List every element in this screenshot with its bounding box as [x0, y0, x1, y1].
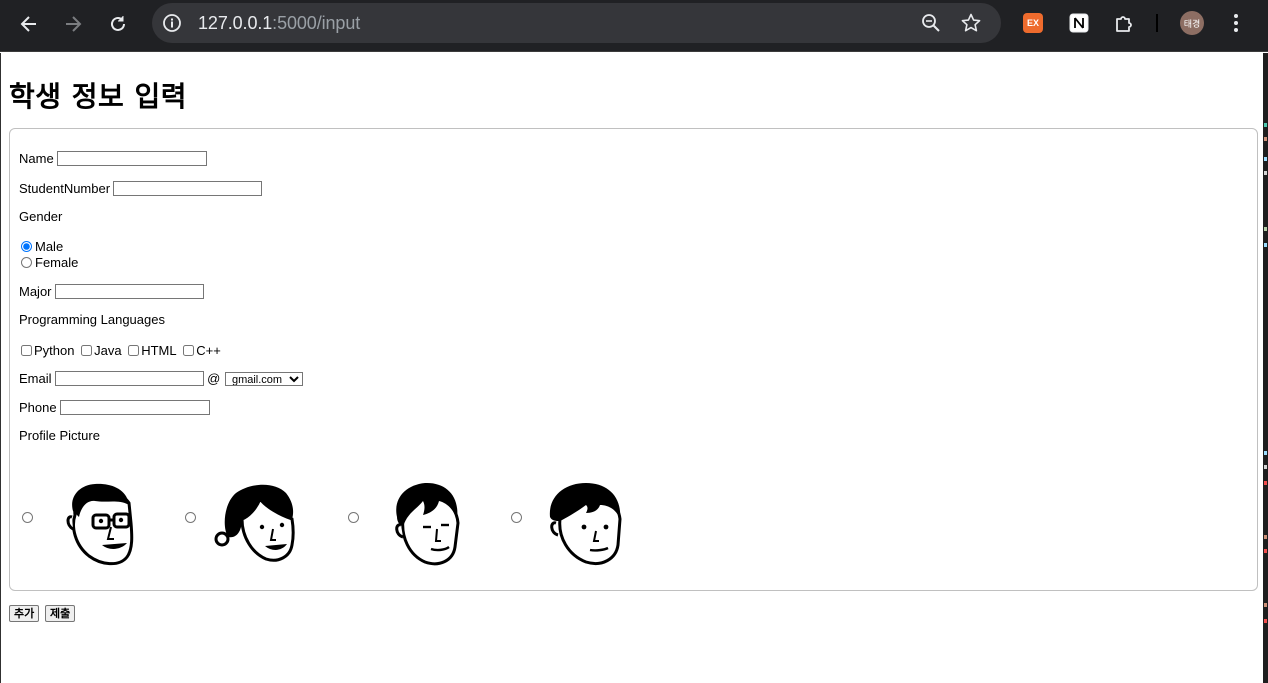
submit-button[interactable]: 제출 — [45, 605, 76, 622]
major-input[interactable] — [54, 284, 204, 300]
cpp-label: C++ — [196, 343, 221, 359]
profile-avatar[interactable]: 태경 — [1180, 11, 1204, 35]
url-path: :5000/input — [272, 13, 361, 33]
url-host: 127.0.0.1 — [198, 13, 273, 33]
profile-picture-radio-3[interactable] — [348, 512, 359, 523]
url-text[interactable]: 127.0.0.1:5000/input — [198, 13, 360, 33]
profile-picture-4[interactable] — [528, 457, 653, 582]
back-icon[interactable] — [13, 8, 45, 40]
profile-picture-label: Profile Picture — [19, 428, 100, 443]
cpp-checkbox[interactable] — [183, 345, 195, 357]
html-label: HTML — [141, 343, 177, 359]
student-number-label: StudentNumber — [19, 181, 111, 197]
address-bar[interactable]: 127.0.0.1:5000/input — [152, 3, 1001, 43]
notion-extension-icon[interactable] — [1068, 12, 1090, 34]
browser-toolbar: 127.0.0.1:5000/input EX 태경 — [0, 0, 1268, 52]
reload-icon[interactable] — [102, 8, 134, 40]
gender-label: Gender — [19, 209, 63, 224]
add-button[interactable]: 추가 — [9, 605, 40, 622]
profile-picture-3[interactable] — [365, 457, 490, 582]
html-checkbox[interactable] — [128, 345, 140, 357]
profile-picture-radio-2[interactable] — [185, 512, 196, 523]
face-plain-icon — [549, 483, 622, 565]
profile-picture-radio-1[interactable] — [22, 512, 33, 523]
java-checkbox[interactable] — [81, 345, 93, 357]
student-form-fieldset: Name StudentNumber Gender Male Female Ma… — [9, 128, 1258, 591]
zoom-icon[interactable] — [920, 12, 942, 34]
page-title: 학생 정보 입력 — [9, 80, 188, 113]
profile-picture-2[interactable] — [202, 457, 327, 582]
email-label: Email — [19, 371, 52, 387]
student-number-row: StudentNumber — [19, 180, 263, 197]
bookmark-star-icon[interactable] — [960, 12, 982, 34]
gender-male-radio[interactable] — [21, 241, 32, 253]
extensions-puzzle-icon[interactable] — [1113, 12, 1135, 34]
email-row: Email @ gmail.com — [19, 370, 303, 387]
site-info-icon[interactable] — [162, 13, 182, 33]
gender-male-option[interactable]: Male — [17, 238, 63, 254]
email-domain-select[interactable]: gmail.com — [224, 371, 303, 386]
student-number-input[interactable] — [113, 181, 263, 197]
gender-female-option[interactable]: Female — [17, 254, 78, 270]
name-row: Name — [19, 150, 207, 167]
extension-ex-icon[interactable]: EX — [1023, 13, 1043, 33]
gender-male-label: Male — [35, 239, 64, 255]
email-at-sign: @ — [207, 371, 221, 387]
devtools-edge — [1263, 53, 1268, 683]
major-label: Major — [19, 284, 52, 300]
name-input[interactable] — [56, 151, 207, 167]
phone-label: Phone — [19, 400, 57, 416]
page-viewport: 학생 정보 입력 Name StudentNumber Gender Male … — [0, 53, 1263, 683]
more-menu-icon[interactable] — [1226, 12, 1246, 34]
email-input[interactable] — [54, 371, 204, 387]
forward-icon[interactable] — [57, 8, 89, 40]
name-label: Name — [19, 151, 54, 167]
gender-female-label: Female — [35, 255, 79, 271]
toolbar-divider — [1156, 14, 1158, 32]
major-row: Major — [19, 283, 204, 300]
profile-picture-radio-4[interactable] — [511, 512, 522, 523]
face-glasses-icon — [66, 483, 134, 566]
java-label: Java — [94, 343, 122, 359]
face-ponytail-icon — [214, 484, 295, 562]
languages-label: Programming Languages — [19, 312, 165, 327]
languages-checkboxes: Python Java HTML C++ — [18, 342, 221, 358]
python-checkbox[interactable] — [21, 345, 32, 357]
phone-input[interactable] — [59, 400, 210, 416]
phone-row: Phone — [19, 399, 210, 416]
face-bangs-icon — [395, 482, 460, 566]
profile-picture-1[interactable] — [39, 457, 164, 582]
gender-female-radio[interactable] — [21, 257, 32, 269]
python-label: Python — [34, 343, 75, 359]
